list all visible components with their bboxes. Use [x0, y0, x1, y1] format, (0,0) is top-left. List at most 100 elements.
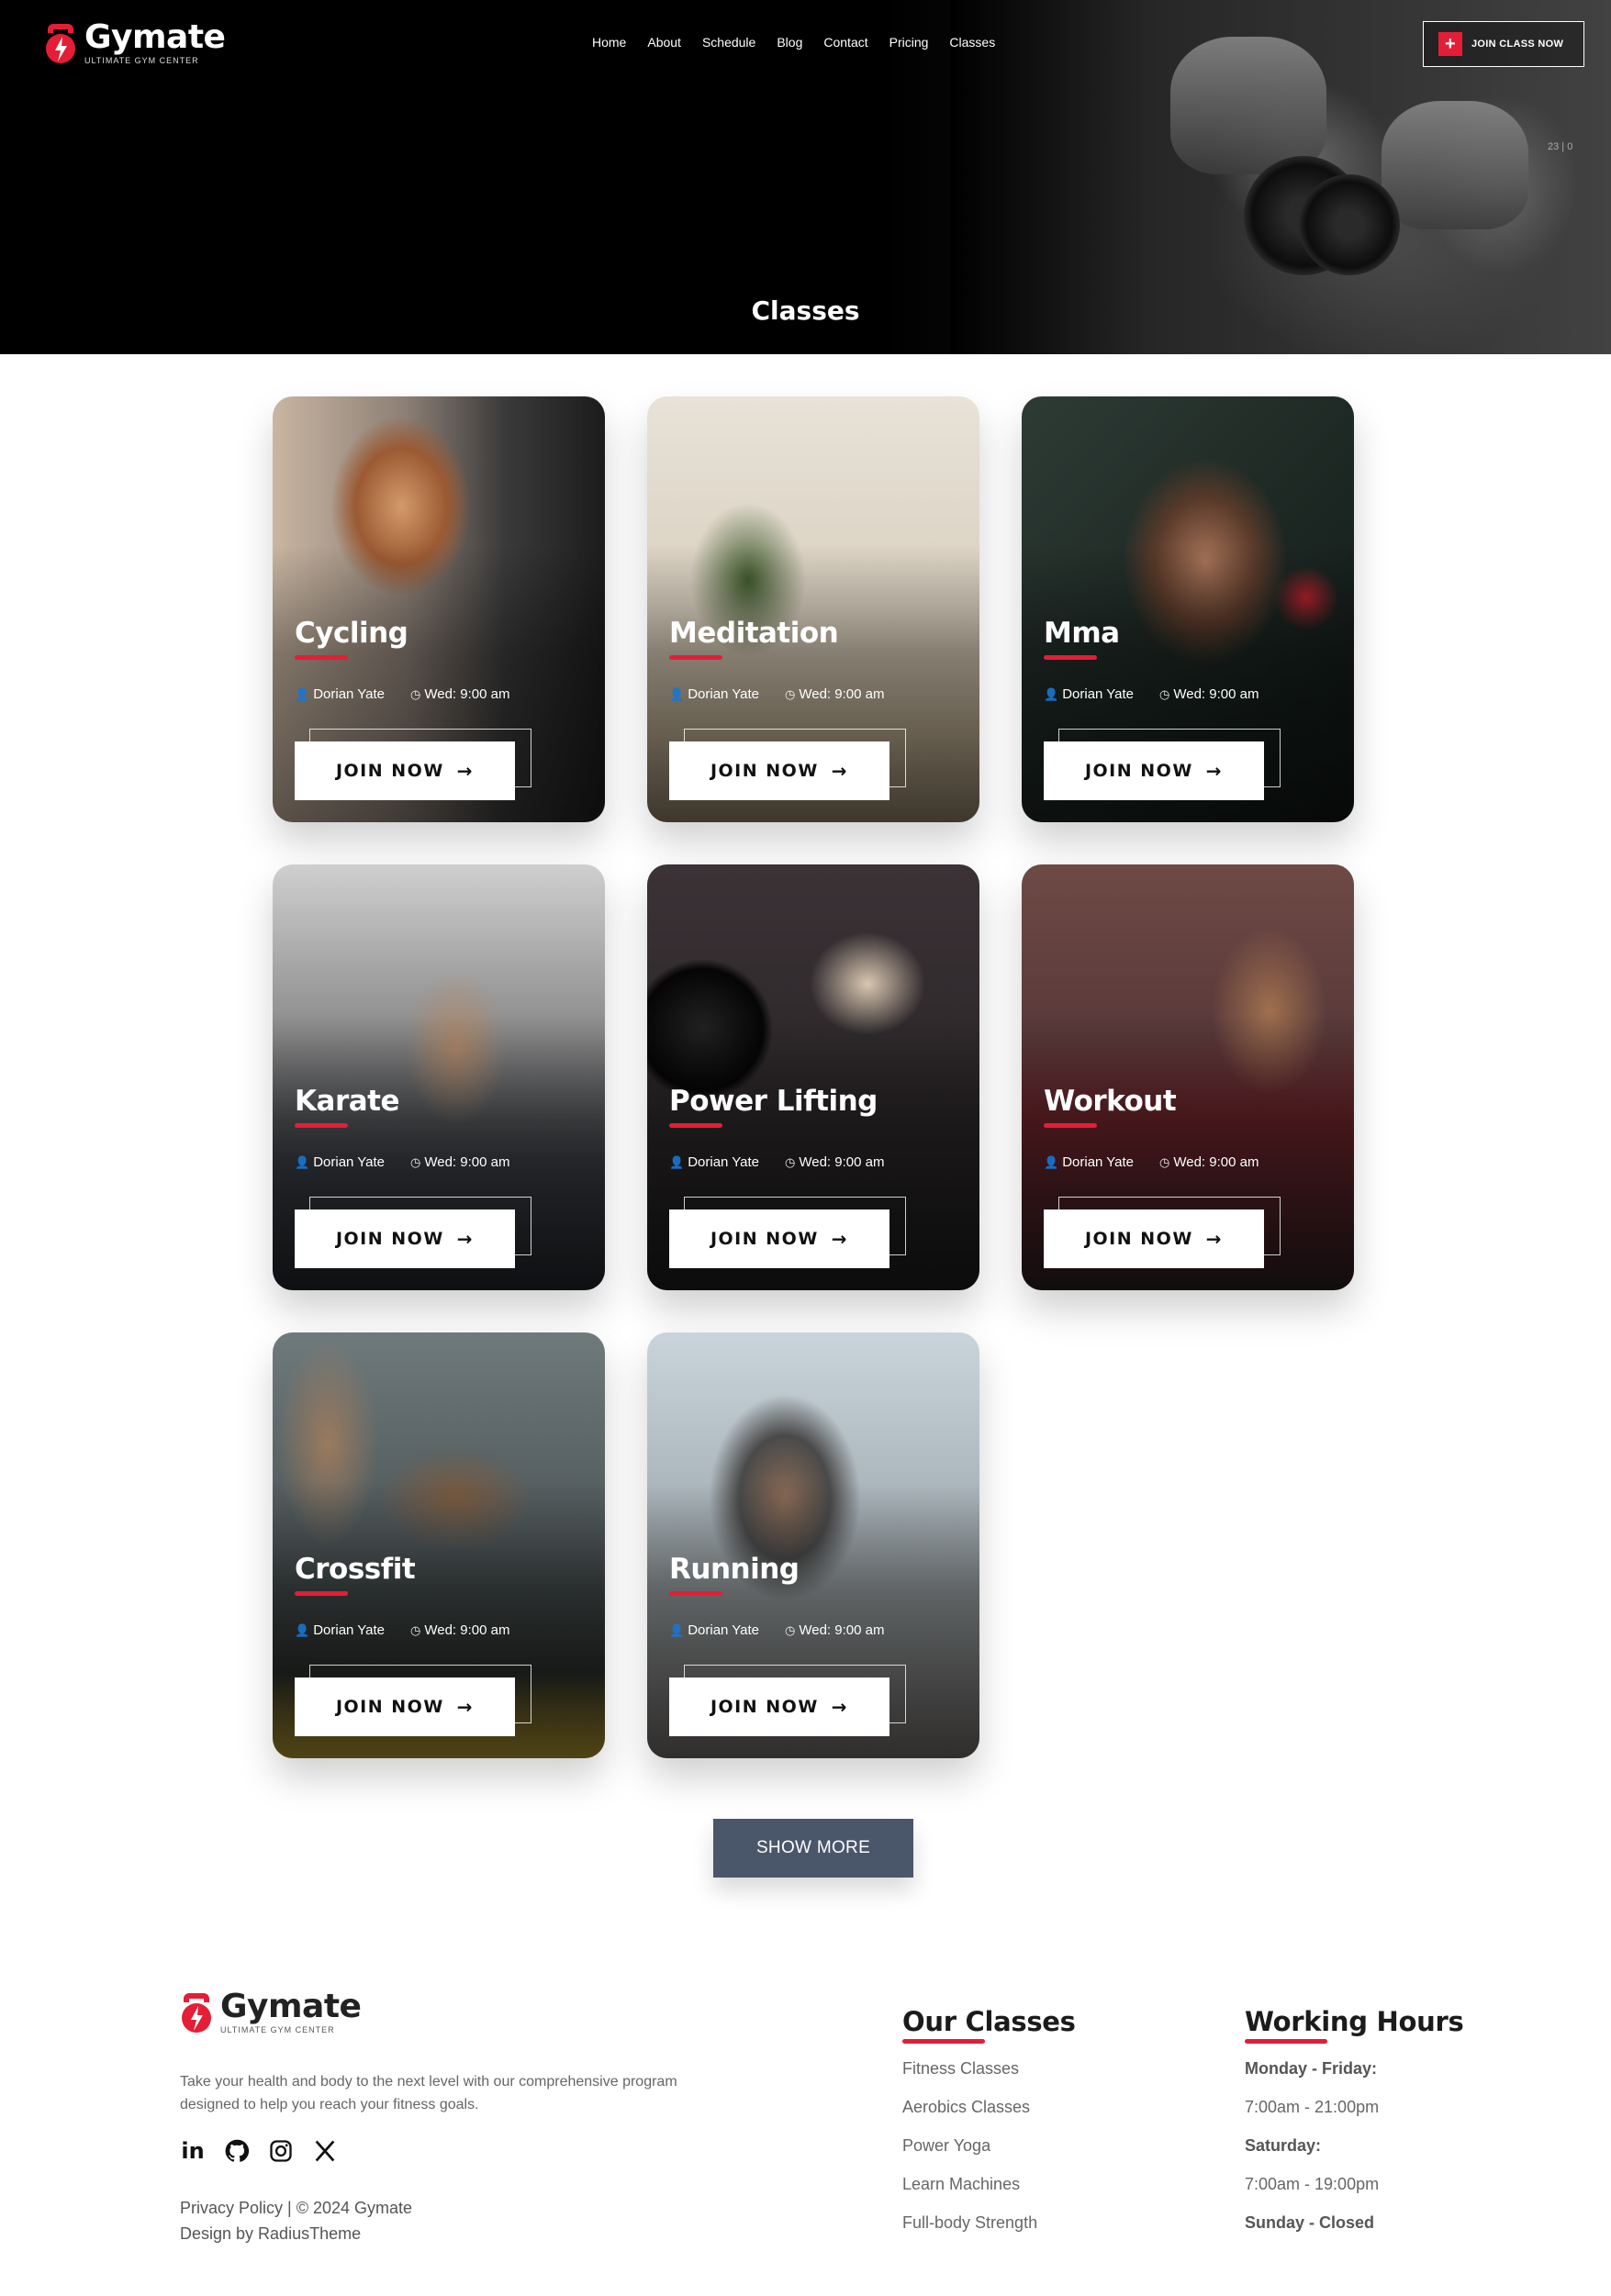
class-title: Crossfit	[295, 1553, 416, 1586]
user-icon: 👤	[295, 687, 310, 701]
class-title: Running	[669, 1553, 800, 1586]
working-hours-column: Working Hours Monday - Friday: 7:00am - …	[1245, 2006, 1464, 2247]
clock-icon: ◷	[410, 1155, 421, 1169]
title-underline	[669, 655, 722, 660]
class-card: Crossfit 👤 Dorian Yate ◷ Wed: 9:00 am JOIN…	[273, 1332, 605, 1758]
hero-side-counter: 23 | 0	[1548, 141, 1573, 152]
class-card: Cycling 👤 Dorian Yate ◷ Wed: 9:00 am JOIN …	[273, 396, 605, 822]
footer-link[interactable]: Learn Machines	[902, 2170, 1076, 2209]
heading-underline	[1245, 2039, 1327, 2044]
class-time: Wed: 9:00 am	[1173, 686, 1259, 702]
join-now-button[interactable]: JOIN NOW →	[295, 1209, 515, 1268]
arrow-right-icon: →	[831, 1696, 849, 1718]
clock-icon: ◷	[785, 1155, 796, 1169]
join-now-label: JOIN NOW	[335, 761, 444, 781]
class-meta: 👤 Dorian Yate ◷ Wed: 9:00 am	[669, 686, 884, 702]
clock-icon: ◷	[1159, 1155, 1170, 1169]
class-time: Wed: 9:00 am	[799, 1622, 885, 1638]
show-more-button[interactable]: SHOW MORE	[713, 1819, 913, 1878]
join-now-label: JOIN NOW	[1084, 1229, 1193, 1249]
footer-link[interactable]: Full-body Strength	[902, 2209, 1076, 2247]
clock-icon: ◷	[785, 1623, 796, 1637]
hours-label: Saturday:	[1245, 2136, 1322, 2155]
join-now-button[interactable]: JOIN NOW →	[1044, 741, 1264, 800]
main-nav: Home About Schedule Blog Contact Pricing…	[592, 35, 1016, 50]
footer-brand-tagline: ULTIMATE GYM CENTER	[220, 2025, 335, 2034]
footer-link[interactable]: Power Yoga	[902, 2132, 1076, 2170]
arrow-right-icon: →	[831, 1228, 849, 1250]
nav-blog[interactable]: Blog	[777, 35, 802, 50]
trainer-name: Dorian Yate	[688, 1154, 760, 1170]
arrow-right-icon: →	[456, 1696, 475, 1718]
join-now-label: JOIN NOW	[1084, 761, 1193, 781]
brand-name: Gymate	[84, 18, 226, 56]
hours-value: 7:00am - 19:00pm	[1245, 2175, 1380, 2193]
join-now-button[interactable]: JOIN NOW →	[669, 741, 889, 800]
page-title: Classes	[751, 295, 860, 326]
copyright-text[interactable]: Privacy Policy | © 2024 Gymate	[180, 2195, 412, 2221]
hero-banner: Gymate ULTIMATE GYM CENTER Home About Sc…	[0, 0, 1611, 354]
nav-home[interactable]: Home	[592, 35, 626, 50]
class-meta: 👤 Dorian Yate ◷ Wed: 9:00 am	[1044, 1154, 1259, 1170]
trainer-name: Dorian Yate	[688, 1622, 760, 1638]
nav-contact[interactable]: Contact	[823, 35, 867, 50]
class-meta: 👤 Dorian Yate ◷ Wed: 9:00 am	[669, 1622, 884, 1638]
class-time: Wed: 9:00 am	[424, 1154, 510, 1170]
social-links: in	[180, 2138, 338, 2164]
join-now-button[interactable]: JOIN NOW →	[1044, 1209, 1264, 1268]
class-card: Meditation 👤 Dorian Yate ◷ Wed: 9:00 am JO…	[647, 396, 979, 822]
instagram-icon[interactable]	[268, 2138, 294, 2164]
join-now-button[interactable]: JOIN NOW →	[669, 1677, 889, 1736]
class-card: Karate 👤 Dorian Yate ◷ Wed: 9:00 am JOIN N…	[273, 864, 605, 1290]
hours-label: Monday - Friday:	[1245, 2059, 1378, 2078]
class-time: Wed: 9:00 am	[424, 686, 510, 702]
nav-schedule[interactable]: Schedule	[702, 35, 755, 50]
class-card: Mma 👤 Dorian Yate ◷ Wed: 9:00 am JOIN NOW …	[1022, 396, 1354, 822]
join-class-label: JOIN CLASS NOW	[1471, 39, 1564, 50]
designer-credit[interactable]: Design by RadiusTheme	[180, 2221, 412, 2246]
arrow-right-icon: →	[456, 760, 475, 782]
hours-label: Sunday - Closed	[1245, 2213, 1375, 2232]
class-time: Wed: 9:00 am	[424, 1622, 510, 1638]
trainer-name: Dorian Yate	[313, 686, 386, 702]
class-title: Mma	[1044, 617, 1120, 650]
class-meta: 👤 Dorian Yate ◷ Wed: 9:00 am	[1044, 686, 1259, 702]
trainer-name: Dorian Yate	[1062, 1154, 1135, 1170]
linkedin-icon[interactable]: in	[180, 2138, 206, 2164]
arrow-right-icon: →	[1205, 1228, 1224, 1250]
user-icon: 👤	[295, 1155, 310, 1169]
title-underline	[295, 655, 348, 660]
title-underline	[1044, 655, 1097, 660]
working-hours-heading: Working Hours	[1245, 2006, 1464, 2037]
our-classes-column: Our Classes Fitness Classes Aerobics Cla…	[902, 2006, 1076, 2247]
github-icon[interactable]	[224, 2138, 250, 2164]
join-now-label: JOIN NOW	[710, 761, 819, 781]
arrow-right-icon: →	[831, 760, 849, 782]
class-card: Power Lifting 👤 Dorian Yate ◷ Wed: 9:00 am…	[647, 864, 979, 1290]
footer-link[interactable]: Fitness Classes	[902, 2055, 1076, 2093]
clock-icon: ◷	[410, 687, 421, 701]
kettlebell-icon	[46, 24, 75, 63]
user-icon: 👤	[1044, 687, 1059, 701]
class-card: Workout 👤 Dorian Yate ◷ Wed: 9:00 am JOIN …	[1022, 864, 1354, 1290]
plus-icon: +	[1438, 32, 1462, 56]
join-now-label: JOIN NOW	[335, 1229, 444, 1249]
brand-tagline: ULTIMATE GYM CENTER	[84, 56, 199, 65]
join-class-button[interactable]: + JOIN CLASS NOW	[1423, 21, 1584, 67]
footer-link[interactable]: Aerobics Classes	[902, 2093, 1076, 2132]
footer-legal: Privacy Policy | © 2024 Gymate Design by…	[180, 2195, 412, 2246]
nav-pricing[interactable]: Pricing	[889, 35, 929, 50]
nav-classes[interactable]: Classes	[949, 35, 995, 50]
arrow-right-icon: →	[1205, 760, 1224, 782]
nav-about[interactable]: About	[647, 35, 681, 50]
x-icon[interactable]	[312, 2138, 338, 2164]
join-now-button[interactable]: JOIN NOW →	[669, 1209, 889, 1268]
class-time: Wed: 9:00 am	[1173, 1154, 1259, 1170]
join-now-button[interactable]: JOIN NOW →	[295, 741, 515, 800]
user-icon: 👤	[669, 1155, 685, 1169]
footer-logo[interactable]: Gymate ULTIMATE GYM CENTER	[178, 1989, 362, 2035]
title-underline	[295, 1123, 348, 1128]
brand-logo[interactable]: Gymate ULTIMATE GYM CENTER	[42, 18, 226, 66]
join-now-label: JOIN NOW	[710, 1229, 819, 1249]
join-now-button[interactable]: JOIN NOW →	[295, 1677, 515, 1736]
